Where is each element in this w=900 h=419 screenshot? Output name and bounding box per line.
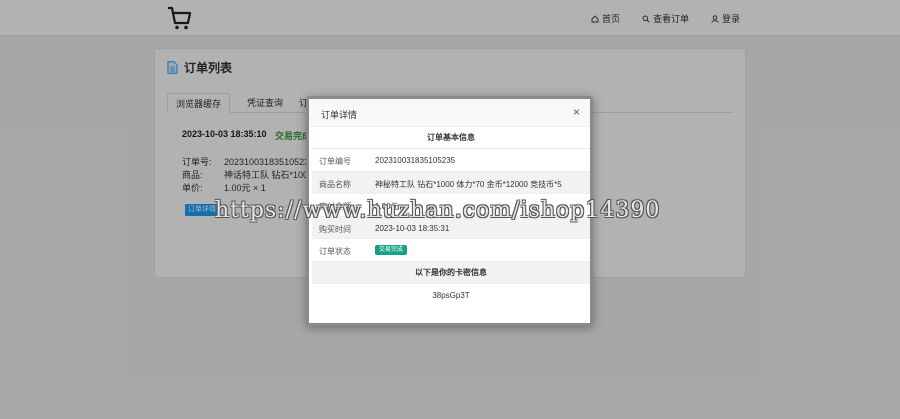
secret-info-heading: 以下是你的卡密信息 — [312, 261, 590, 284]
card-secret-value: 38psGp3T — [432, 290, 470, 300]
detail-row-order-number: 订单编号 202310031835105235 — [312, 149, 590, 172]
detail-label: 订单编号 — [319, 157, 351, 166]
basic-info-heading: 订单基本信息 — [312, 127, 590, 149]
detail-row-order-status: 订单状态 交易完成 — [312, 239, 590, 262]
detail-value: 202310031835105235 — [375, 156, 456, 165]
modal-header: 订单详情 × — [309, 99, 590, 127]
detail-label: 订单状态 — [319, 247, 351, 256]
modal-title: 订单详情 — [321, 110, 358, 120]
close-icon[interactable]: × — [573, 106, 580, 118]
detail-value: 神秘特工队 钻石*1000 体力*70 金币*12000 竞技币*5 — [375, 179, 562, 189]
detail-label: 商品名称 — [319, 179, 351, 189]
detail-value: 2023-10-03 18:35:31 — [375, 223, 450, 233]
detail-label: 购买时间 — [319, 224, 351, 234]
watermark-text: https://www.huzhan.com/ishop14390 — [215, 198, 661, 223]
status-badge: 交易完成 — [375, 245, 408, 255]
detail-row-product-name: 商品名称 神秘特工队 钻石*1000 体力*70 金币*12000 竞技币*5 — [312, 171, 590, 194]
